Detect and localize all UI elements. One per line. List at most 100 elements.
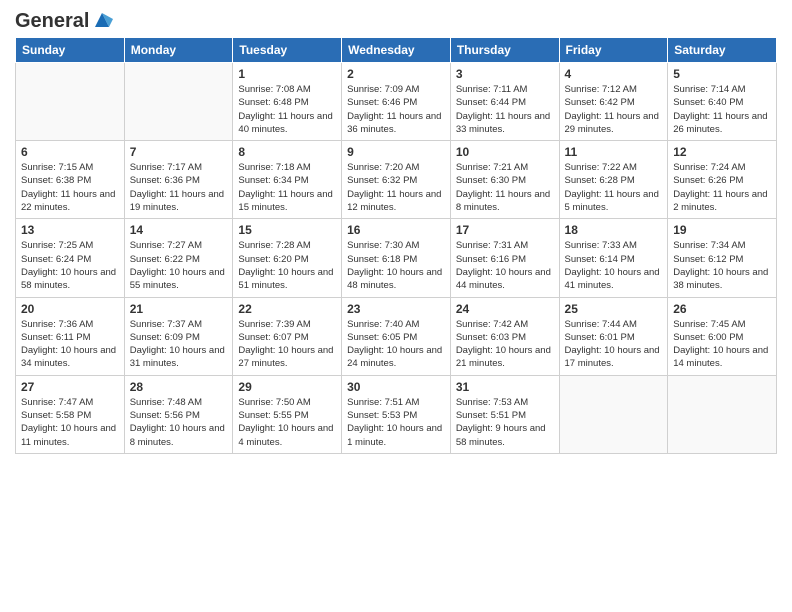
logo: General [15, 10, 113, 29]
calendar-cell: 11Sunrise: 7:22 AMSunset: 6:28 PMDayligh… [559, 141, 668, 219]
day-info: Sunrise: 7:12 AMSunset: 6:42 PMDaylight:… [565, 83, 663, 136]
day-info: Sunrise: 7:22 AMSunset: 6:28 PMDaylight:… [565, 161, 663, 214]
day-number: 12 [673, 145, 771, 159]
day-number: 30 [347, 380, 445, 394]
day-info: Sunrise: 7:14 AMSunset: 6:40 PMDaylight:… [673, 83, 771, 136]
page: General SundayMondayTuesdayWednesdayThur… [0, 0, 792, 612]
day-info: Sunrise: 7:08 AMSunset: 6:48 PMDaylight:… [238, 83, 336, 136]
day-info: Sunrise: 7:53 AMSunset: 5:51 PMDaylight:… [456, 396, 554, 449]
calendar-cell: 12 Sunrise: 7:24 AMSunset: 6:26 PMDayligh… [668, 141, 777, 219]
header: General [15, 10, 777, 29]
calendar-cell: 7 Sunrise: 7:17 AMSunset: 6:36 PMDaylight… [124, 141, 233, 219]
day-info: Sunrise: 7:37 AMSunset: 6:09 PMDaylight:… [130, 318, 228, 371]
calendar-cell: 10 Sunrise: 7:21 AMSunset: 6:30 PMDayligh… [450, 141, 559, 219]
calendar: SundayMondayTuesdayWednesdayThursdayFrid… [15, 37, 777, 454]
day-of-week-tuesday: Tuesday [233, 38, 342, 63]
day-info: Sunrise: 7:47 AMSunset: 5:58 PMDaylight:… [21, 396, 119, 449]
day-of-week-wednesday: Wednesday [342, 38, 451, 63]
calendar-cell: 14Sunrise: 7:27 AMSunset: 6:22 PMDayligh… [124, 219, 233, 297]
week-row-5: 27 Sunrise: 7:47 AMSunset: 5:58 PMDayligh… [16, 375, 777, 453]
calendar-cell: 4 Sunrise: 7:12 AMSunset: 6:42 PMDaylight… [559, 63, 668, 141]
day-number: 20 [21, 302, 119, 316]
day-info: Sunrise: 7:28 AMSunset: 6:20 PMDaylight:… [238, 239, 336, 292]
day-number: 7 [130, 145, 228, 159]
day-number: 18 [565, 223, 663, 237]
calendar-cell [16, 63, 125, 141]
day-number: 23 [347, 302, 445, 316]
logo-icon [91, 9, 113, 31]
day-info: Sunrise: 7:45 AMSunset: 6:00 PMDaylight:… [673, 318, 771, 371]
day-info: Sunrise: 7:21 AMSunset: 6:30 PMDaylight:… [456, 161, 554, 214]
day-info: Sunrise: 7:36 AMSunset: 6:11 PMDaylight:… [21, 318, 119, 371]
calendar-cell: 17Sunrise: 7:31 AMSunset: 6:16 PMDayligh… [450, 219, 559, 297]
day-number: 21 [130, 302, 228, 316]
day-info: Sunrise: 7:18 AMSunset: 6:34 PMDaylight:… [238, 161, 336, 214]
day-of-week-monday: Monday [124, 38, 233, 63]
calendar-cell: 5 Sunrise: 7:14 AMSunset: 6:40 PMDaylight… [668, 63, 777, 141]
day-number: 16 [347, 223, 445, 237]
day-number: 27 [21, 380, 119, 394]
day-number: 28 [130, 380, 228, 394]
calendar-cell: 3 Sunrise: 7:11 AMSunset: 6:44 PMDaylight… [450, 63, 559, 141]
week-row-3: 13Sunrise: 7:25 AMSunset: 6:24 PMDayligh… [16, 219, 777, 297]
day-number: 2 [347, 67, 445, 81]
day-of-week-thursday: Thursday [450, 38, 559, 63]
day-number: 9 [347, 145, 445, 159]
day-info: Sunrise: 7:39 AMSunset: 6:07 PMDaylight:… [238, 318, 336, 371]
calendar-cell: 26 Sunrise: 7:45 AMSunset: 6:00 PMDayligh… [668, 297, 777, 375]
day-info: Sunrise: 7:11 AMSunset: 6:44 PMDaylight:… [456, 83, 554, 136]
calendar-cell: 23Sunrise: 7:40 AMSunset: 6:05 PMDayligh… [342, 297, 451, 375]
day-number: 10 [456, 145, 554, 159]
calendar-cell: 15 Sunrise: 7:28 AMSunset: 6:20 PMDayligh… [233, 219, 342, 297]
day-number: 15 [238, 223, 336, 237]
day-info: Sunrise: 7:24 AMSunset: 6:26 PMDaylight:… [673, 161, 771, 214]
calendar-cell [668, 375, 777, 453]
calendar-cell: 6Sunrise: 7:15 AMSunset: 6:38 PMDaylight… [16, 141, 125, 219]
day-number: 8 [238, 145, 336, 159]
day-info: Sunrise: 7:17 AMSunset: 6:36 PMDaylight:… [130, 161, 228, 214]
day-info: Sunrise: 7:44 AMSunset: 6:01 PMDaylight:… [565, 318, 663, 371]
calendar-cell [124, 63, 233, 141]
calendar-cell: 9 Sunrise: 7:20 AMSunset: 6:32 PMDaylight… [342, 141, 451, 219]
day-number: 19 [673, 223, 771, 237]
calendar-cell [559, 375, 668, 453]
day-number: 26 [673, 302, 771, 316]
day-info: Sunrise: 7:25 AMSunset: 6:24 PMDaylight:… [21, 239, 119, 292]
day-info: Sunrise: 7:09 AMSunset: 6:46 PMDaylight:… [347, 83, 445, 136]
day-number: 1 [238, 67, 336, 81]
calendar-cell: 19 Sunrise: 7:34 AMSunset: 6:12 PMDayligh… [668, 219, 777, 297]
logo-general: General [15, 10, 89, 33]
day-number: 14 [130, 223, 228, 237]
calendar-cell: 20 Sunrise: 7:36 AMSunset: 6:11 PMDayligh… [16, 297, 125, 375]
day-number: 24 [456, 302, 554, 316]
calendar-cell: 27 Sunrise: 7:47 AMSunset: 5:58 PMDayligh… [16, 375, 125, 453]
week-row-1: 1 Sunrise: 7:08 AMSunset: 6:48 PMDaylight… [16, 63, 777, 141]
day-number: 3 [456, 67, 554, 81]
calendar-cell: 8 Sunrise: 7:18 AMSunset: 6:34 PMDaylight… [233, 141, 342, 219]
day-info: Sunrise: 7:20 AMSunset: 6:32 PMDaylight:… [347, 161, 445, 214]
calendar-cell: 25 Sunrise: 7:44 AMSunset: 6:01 PMDayligh… [559, 297, 668, 375]
calendar-cell: 30 Sunrise: 7:51 AMSunset: 5:53 PMDayligh… [342, 375, 451, 453]
day-number: 5 [673, 67, 771, 81]
week-row-4: 20 Sunrise: 7:36 AMSunset: 6:11 PMDayligh… [16, 297, 777, 375]
day-info: Sunrise: 7:34 AMSunset: 6:12 PMDaylight:… [673, 239, 771, 292]
calendar-cell: 31Sunrise: 7:53 AMSunset: 5:51 PMDayligh… [450, 375, 559, 453]
day-info: Sunrise: 7:42 AMSunset: 6:03 PMDaylight:… [456, 318, 554, 371]
calendar-cell: 2 Sunrise: 7:09 AMSunset: 6:46 PMDaylight… [342, 63, 451, 141]
calendar-cell: 29Sunrise: 7:50 AMSunset: 5:55 PMDayligh… [233, 375, 342, 453]
day-of-week-saturday: Saturday [668, 38, 777, 63]
day-number: 22 [238, 302, 336, 316]
calendar-cell: 16Sunrise: 7:30 AMSunset: 6:18 PMDayligh… [342, 219, 451, 297]
calendar-cell: 21 Sunrise: 7:37 AMSunset: 6:09 PMDayligh… [124, 297, 233, 375]
day-number: 4 [565, 67, 663, 81]
day-info: Sunrise: 7:50 AMSunset: 5:55 PMDaylight:… [238, 396, 336, 449]
calendar-cell: 13Sunrise: 7:25 AMSunset: 6:24 PMDayligh… [16, 219, 125, 297]
day-number: 25 [565, 302, 663, 316]
day-info: Sunrise: 7:48 AMSunset: 5:56 PMDaylight:… [130, 396, 228, 449]
calendar-cell: 1 Sunrise: 7:08 AMSunset: 6:48 PMDaylight… [233, 63, 342, 141]
day-of-week-friday: Friday [559, 38, 668, 63]
day-info: Sunrise: 7:51 AMSunset: 5:53 PMDaylight:… [347, 396, 445, 449]
week-row-2: 6Sunrise: 7:15 AMSunset: 6:38 PMDaylight… [16, 141, 777, 219]
calendar-cell: 24 Sunrise: 7:42 AMSunset: 6:03 PMDayligh… [450, 297, 559, 375]
calendar-cell: 28 Sunrise: 7:48 AMSunset: 5:56 PMDayligh… [124, 375, 233, 453]
